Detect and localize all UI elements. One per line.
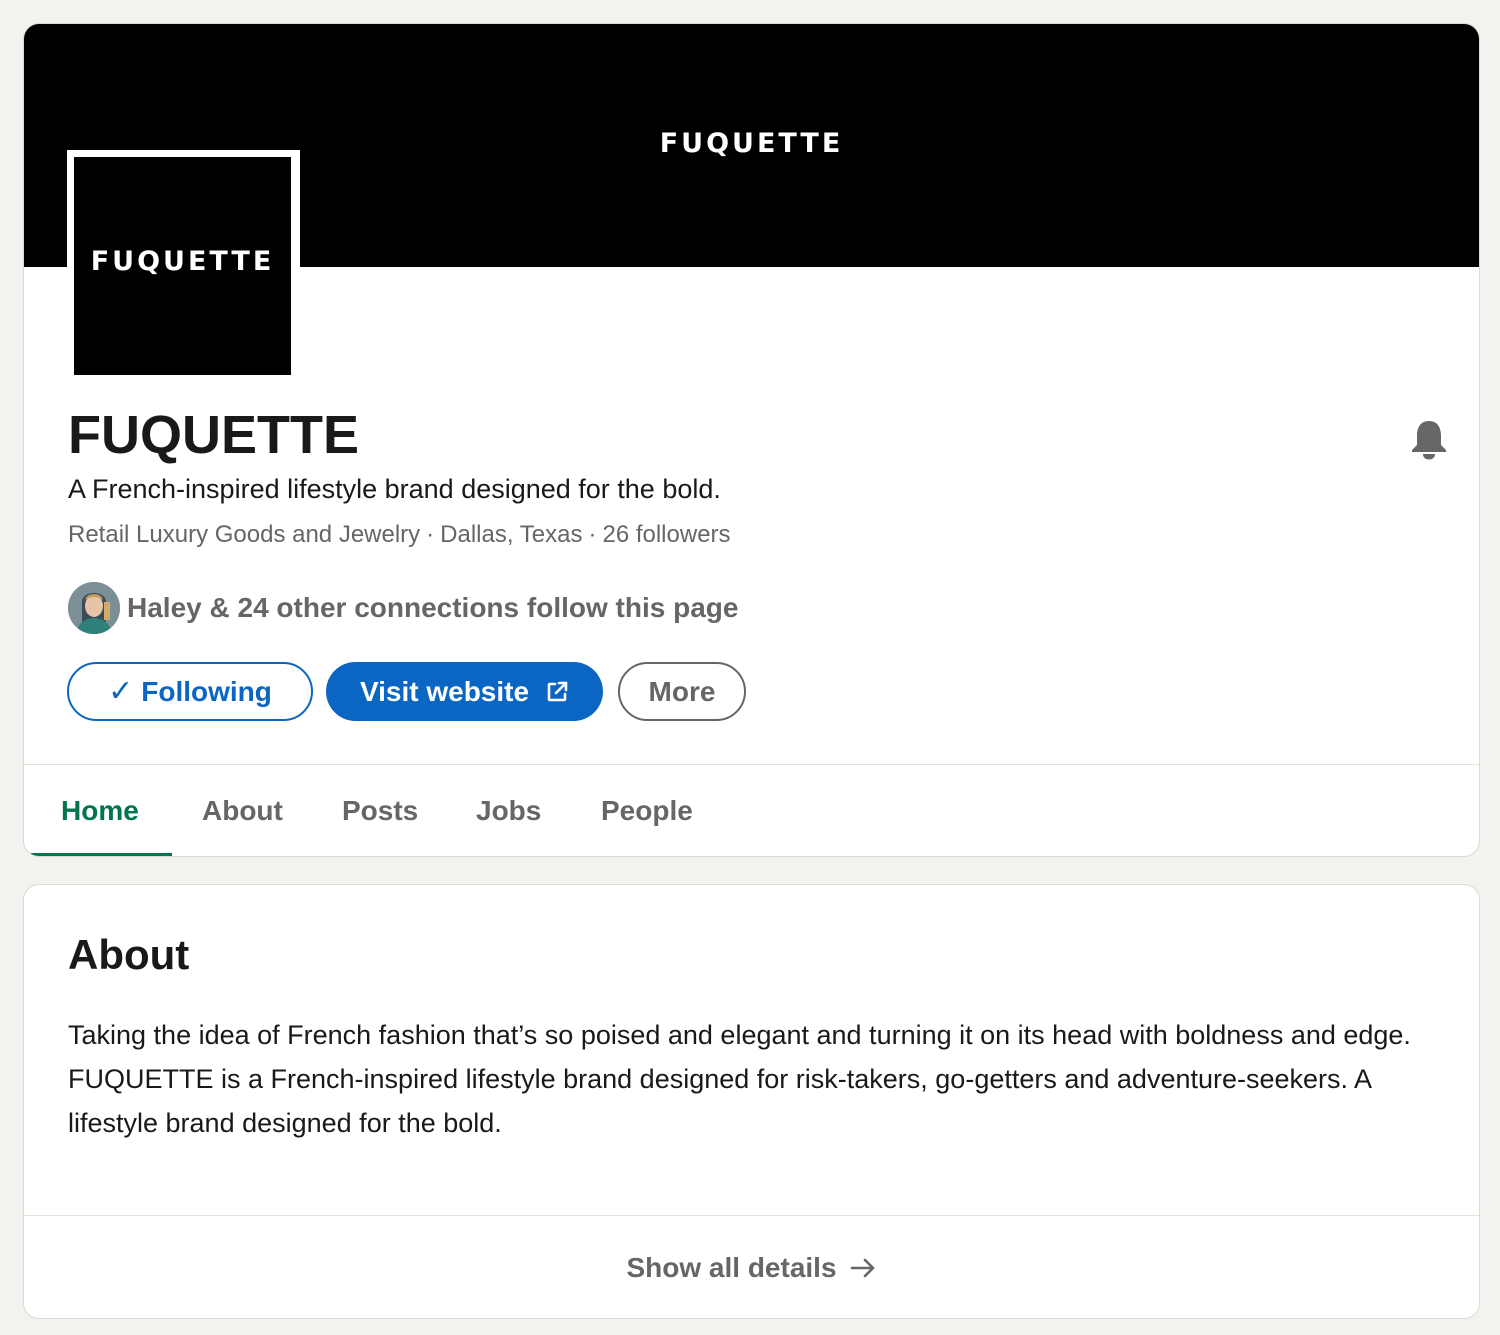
- connections-follow-row[interactable]: Haley & 24 other connections follow this…: [68, 582, 738, 634]
- check-icon: ✓: [108, 675, 134, 708]
- external-link-icon: [545, 680, 569, 704]
- company-name: FUQUETTE: [68, 405, 359, 465]
- page-tabs: Home About Posts Jobs People: [24, 765, 1479, 856]
- company-logo[interactable]: FUQUETTE: [67, 150, 300, 379]
- company-followers[interactable]: 26 followers: [602, 521, 730, 548]
- meta-separator: ·: [588, 521, 597, 548]
- company-industry: Retail Luxury Goods and Jewelry: [68, 521, 421, 548]
- tab-home[interactable]: Home: [61, 765, 139, 856]
- following-label: Following: [141, 675, 272, 707]
- meta-separator: ·: [426, 521, 435, 548]
- logo-wordmark: FUQUETTE: [90, 245, 275, 277]
- tab-about[interactable]: About: [202, 765, 283, 856]
- company-tagline: A French-inspired lifestyle brand design…: [68, 474, 721, 504]
- about-description: Taking the idea of French fashion that’s…: [68, 1020, 1411, 1138]
- more-button[interactable]: More: [618, 662, 746, 721]
- about-card: About Taking the idea of French fashion …: [23, 884, 1480, 1319]
- active-tab-indicator: [31, 853, 172, 856]
- show-all-details-button[interactable]: Show all details: [24, 1216, 1479, 1318]
- show-all-details-label: Show all details: [626, 1251, 837, 1283]
- company-profile-card: FUQUETTE FUQUETTE FUQUETTE A French-insp…: [23, 23, 1480, 857]
- bell-icon[interactable]: [1409, 418, 1449, 460]
- avatar[interactable]: [68, 582, 120, 634]
- connections-text[interactable]: Haley & 24 other connections follow this…: [127, 592, 738, 624]
- visit-website-button[interactable]: Visit website: [326, 662, 603, 721]
- following-button[interactable]: ✓ Following: [67, 662, 313, 721]
- more-label: More: [648, 675, 716, 707]
- tab-people[interactable]: People: [601, 765, 693, 856]
- company-logo-image: FUQUETTE: [74, 157, 291, 375]
- tab-posts[interactable]: Posts: [342, 765, 418, 856]
- arrow-right-icon: [849, 1256, 877, 1280]
- tab-jobs[interactable]: Jobs: [476, 765, 541, 856]
- company-meta: Retail Luxury Goods and Jewelry · Dallas, …: [68, 521, 731, 549]
- visit-website-label: Visit website: [359, 675, 530, 707]
- company-location: Dallas, Texas: [440, 521, 583, 548]
- about-title: About: [68, 931, 190, 978]
